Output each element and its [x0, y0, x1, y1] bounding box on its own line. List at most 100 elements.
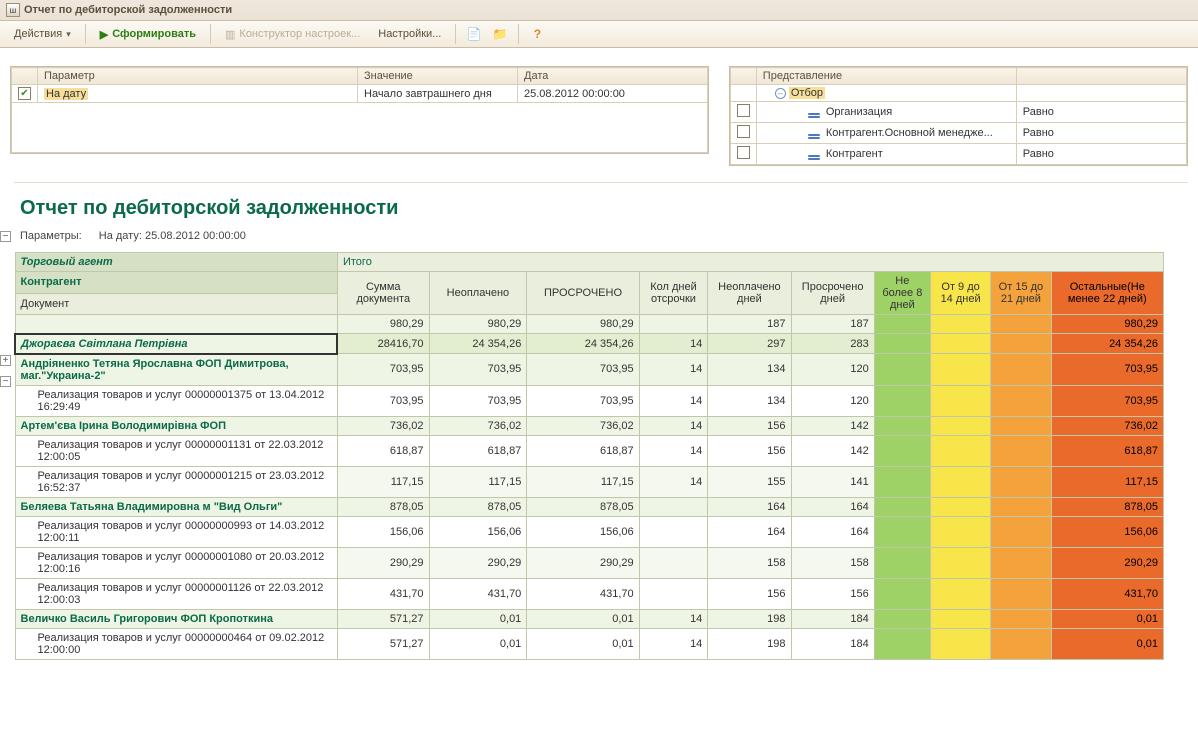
filter-checkbox[interactable]: [737, 104, 750, 117]
report-row[interactable]: Реализация товаров и услуг 00000001126 о…: [15, 578, 1164, 609]
report-row[interactable]: Реализация товаров и услуг 00000001080 о…: [15, 547, 1164, 578]
row-value: [639, 516, 708, 547]
eq-icon: [805, 110, 823, 118]
col-sum: Сумма документа: [337, 272, 429, 315]
actions-button[interactable]: Действия ▾: [8, 26, 77, 42]
expander[interactable]: −: [0, 376, 11, 387]
settings-button[interactable]: Настройки...: [372, 26, 447, 42]
row-value: 980,29: [337, 315, 429, 334]
row-value: [991, 334, 1051, 354]
row-value: 703,95: [527, 385, 639, 416]
row-value: 142: [791, 435, 874, 466]
filter-row[interactable]: Контрагент Равно: [730, 144, 1186, 165]
form-button[interactable]: ▶ Сформировать: [94, 26, 202, 43]
param-name: На дату: [44, 88, 88, 100]
filter-name: Контрагент: [826, 148, 883, 160]
row-value: [874, 466, 930, 497]
report-row[interactable]: Реализация товаров и услуг 00000000464 о…: [15, 628, 1164, 659]
expander[interactable]: −: [0, 231, 11, 242]
report-row[interactable]: Реализация товаров и услуг 00000000993 о…: [15, 516, 1164, 547]
row-value: [930, 628, 990, 659]
row-value: [874, 334, 930, 354]
row-value: 14: [639, 609, 708, 628]
help-icon[interactable]: ?: [527, 24, 547, 44]
report-row[interactable]: Артем'єва Ірина Володимирівна ФОП736,027…: [15, 416, 1164, 435]
row-value: 736,02: [1051, 416, 1163, 435]
row-value: [874, 435, 930, 466]
report-row[interactable]: Андріяненко Тетяна Ярославна ФОП Димитро…: [15, 354, 1164, 386]
col-b4: Остальные(Не менее 22 дней): [1051, 272, 1163, 315]
repr-header: Представление: [756, 68, 1016, 85]
eq-icon: [805, 131, 823, 139]
row-value: 0,01: [1051, 628, 1163, 659]
row-value: 878,05: [337, 497, 429, 516]
row-value: 703,95: [337, 354, 429, 386]
param-row[interactable]: ✔ На дату Начало завтрашнего дня 25.08.2…: [12, 85, 708, 103]
row-value: 156: [708, 578, 791, 609]
row-value: 878,05: [527, 497, 639, 516]
filter-root-label: Отбор: [789, 87, 825, 99]
row-value: [930, 385, 990, 416]
row-value: [639, 547, 708, 578]
row-value: [930, 435, 990, 466]
report-row[interactable]: Реализация товаров и услуг 00000001131 о…: [15, 435, 1164, 466]
row-value: 117,15: [527, 466, 639, 497]
filter-cond: Равно: [1016, 123, 1186, 144]
row-value: [930, 578, 990, 609]
row-value: 980,29: [527, 315, 639, 334]
app-icon: ш: [6, 3, 20, 17]
row-value: [991, 354, 1051, 386]
filter-checkbox[interactable]: [737, 146, 750, 159]
filter-row[interactable]: Контрагент.Основной менедже... Равно: [730, 123, 1186, 144]
row-value: 134: [708, 385, 791, 416]
row-value: 184: [791, 609, 874, 628]
row-value: [930, 516, 990, 547]
designer-label: Конструктор настроек...: [239, 28, 360, 40]
row-value: [930, 497, 990, 516]
row-value: 14: [639, 334, 708, 354]
tool-icon-2[interactable]: 📁: [490, 24, 510, 44]
row-value: 431,70: [337, 578, 429, 609]
report-row[interactable]: Джораєва Світлана Петрівна28416,7024 354…: [15, 334, 1164, 354]
row-label: [15, 315, 337, 334]
report-row[interactable]: Реализация товаров и услуг 00000001375 о…: [15, 385, 1164, 416]
row-value: 290,29: [527, 547, 639, 578]
window-titlebar: ш Отчет по дебиторской задолженности: [0, 0, 1198, 21]
eq-icon: [805, 152, 823, 160]
param-checkbox[interactable]: ✔: [18, 87, 31, 100]
row-value: 187: [791, 315, 874, 334]
row-value: 155: [708, 466, 791, 497]
separator: [85, 24, 86, 44]
filter-row[interactable]: Организация Равно: [730, 102, 1186, 123]
col-b3: От 15 до 21 дней: [991, 272, 1051, 315]
row-value: 14: [639, 466, 708, 497]
params-table: Параметр Значение Дата ✔ На дату Начало …: [11, 67, 708, 153]
filter-name: Контрагент.Основной менедже...: [826, 127, 993, 139]
row-value: 980,29: [1051, 315, 1163, 334]
expander[interactable]: +: [0, 355, 11, 366]
row-value: 156,06: [429, 516, 527, 547]
row-label: Реализация товаров и услуг 00000001215 о…: [15, 466, 337, 497]
play-icon: ▶: [100, 28, 108, 41]
param-date: 25.08.2012 00:00:00: [518, 85, 708, 103]
report-row[interactable]: Беляева Татьяна Владимировна м "Вид Ольг…: [15, 497, 1164, 516]
filter-checkbox[interactable]: [737, 125, 750, 138]
report-row[interactable]: 980,29980,29980,29187187980,29: [15, 315, 1164, 334]
row-value: [930, 466, 990, 497]
row-value: 158: [708, 547, 791, 578]
designer-button[interactable]: ▥ Конструктор настроек...: [219, 26, 366, 43]
col-over-d: Просрочено дней: [791, 272, 874, 315]
row-value: 0,01: [429, 609, 527, 628]
row-value: [874, 609, 930, 628]
report-row[interactable]: Реализация товаров и услуг 00000001215 о…: [15, 466, 1164, 497]
row-value: 164: [791, 516, 874, 547]
filter-root[interactable]: – Отбор: [730, 85, 1186, 102]
report-row[interactable]: Величко Василь Григорович ФОП Кропоткина…: [15, 609, 1164, 628]
row-label: Беляева Татьяна Владимировна м "Вид Ольг…: [15, 497, 337, 516]
collapse-icon[interactable]: –: [775, 88, 786, 99]
tool-icon-1[interactable]: 📄: [464, 24, 484, 44]
row-value: 431,70: [429, 578, 527, 609]
params-panel: Параметр Значение Дата ✔ На дату Начало …: [10, 66, 709, 154]
row-label: Андріяненко Тетяна Ярославна ФОП Димитро…: [15, 354, 337, 386]
params-line: Параметры: На дату: 25.08.2012 00:00:00: [14, 226, 1188, 252]
